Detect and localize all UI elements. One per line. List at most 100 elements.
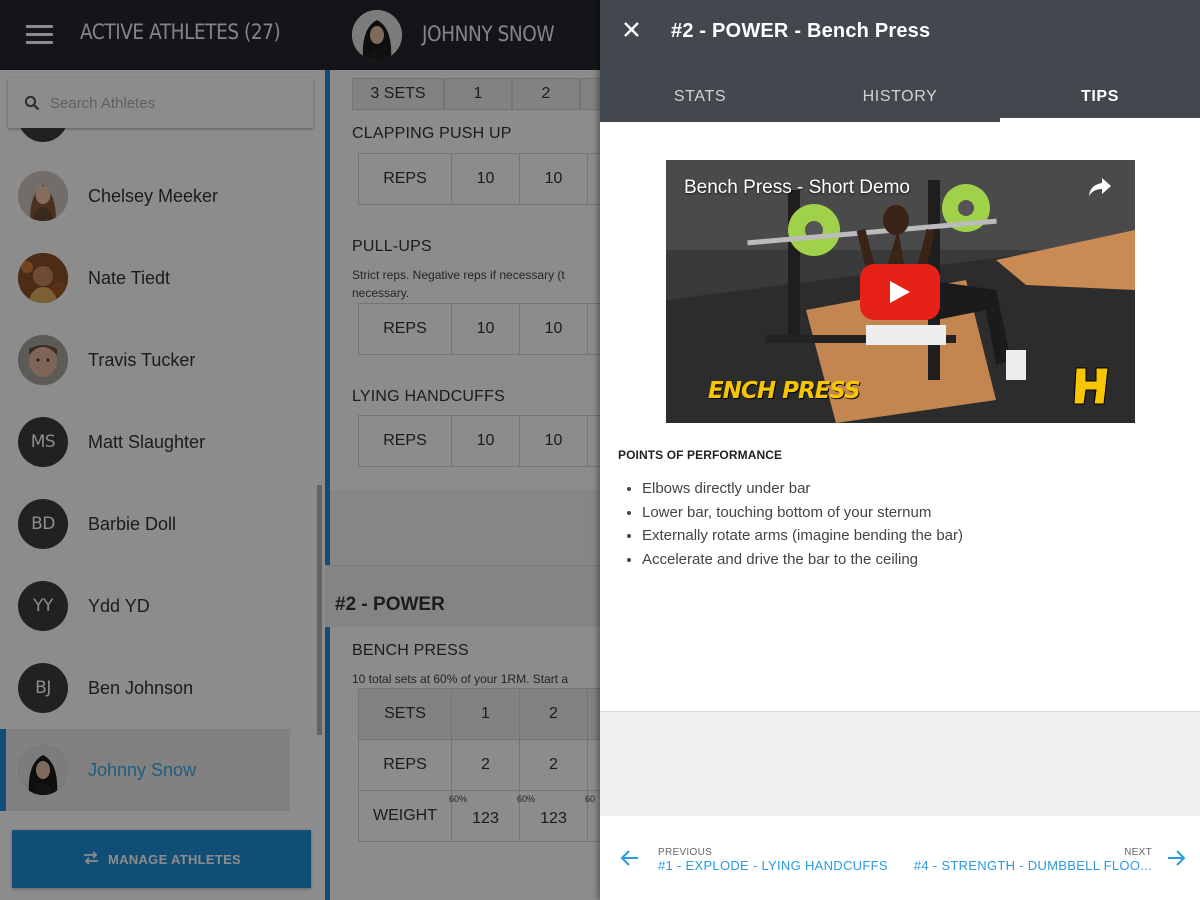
video-caption: ENCH PRESS xyxy=(708,378,861,404)
selected-indicator xyxy=(0,729,6,811)
reps-label-cell: REPS xyxy=(358,153,452,205)
avatar: YY xyxy=(18,581,68,631)
athlete-header: JOHNNY SNOW xyxy=(325,0,600,70)
list-item: Lower bar, touching bottom of your stern… xyxy=(642,501,963,525)
athlete-avatar xyxy=(352,10,402,60)
brand-logo-icon xyxy=(1072,366,1112,411)
set-number-cell: 1 xyxy=(451,688,520,740)
manage-athletes-button[interactable]: MANAGE ATHLETES xyxy=(12,830,311,888)
detail-header: #2 - POWER - Bench Press STATS HISTORY T… xyxy=(600,0,1200,122)
exercise-detail-panel: #2 - POWER - Bench Press STATS HISTORY T… xyxy=(600,0,1200,900)
reps-value-cell[interactable]: 10 xyxy=(519,415,588,467)
sidebar-scrollbar[interactable] xyxy=(317,485,322,735)
swap-icon xyxy=(82,850,100,868)
exercise-title: BENCH PRESS xyxy=(352,642,469,659)
demo-video[interactable]: Bench Press - Short Demo ENCH PRESS xyxy=(666,160,1135,423)
next-exercise-name: #4 - STRENGTH - DUMBBELL FLOO... xyxy=(913,858,1152,873)
athlete-sidebar: ACTIVE ATHLETES (27) Chelsey Meeker Nate… xyxy=(0,0,325,900)
exercise-title: CLAPPING PUSH UP xyxy=(352,125,512,142)
list-item: Elbows directly under bar xyxy=(642,477,963,501)
share-icon[interactable] xyxy=(1087,176,1113,203)
arrow-right-icon xyxy=(1166,849,1186,872)
block-rail xyxy=(325,490,330,565)
list-item: Externally rotate arms (imagine bending … xyxy=(642,524,963,548)
exercise-title: PULL-UPS xyxy=(352,238,432,255)
athlete-list: Chelsey Meeker Nate Tiedt Travis Tucker … xyxy=(0,128,325,818)
reps-value-cell[interactable] xyxy=(587,739,600,791)
block-spacer xyxy=(330,490,600,565)
athlete-item-travis-tucker[interactable]: Travis Tucker xyxy=(0,319,290,401)
previous-exercise-name: #1 - EXPLODE - LYING HANDCUFFS xyxy=(658,858,888,873)
reps-value-cell[interactable] xyxy=(587,153,600,205)
avatar xyxy=(18,335,68,385)
previous-exercise-link[interactable]: PREVIOUS #1 - EXPLODE - LYING HANDCUFFS xyxy=(620,840,888,880)
avatar: BJ xyxy=(18,663,68,713)
footer-spacer xyxy=(600,711,1200,816)
reps-value-cell[interactable] xyxy=(587,415,600,467)
athlete-item-nate-tiedt[interactable]: Nate Tiedt xyxy=(0,237,290,319)
previous-label: PREVIOUS xyxy=(658,847,713,858)
reps-value-cell[interactable]: 10 xyxy=(451,303,520,355)
reps-value-cell[interactable] xyxy=(587,303,600,355)
athlete-name: Nate Tiedt xyxy=(88,267,171,288)
reps-label-cell: REPS xyxy=(358,415,452,467)
athlete-name: Ydd YD xyxy=(88,595,150,616)
athlete-item-johnny-snow[interactable]: Johnny Snow xyxy=(0,729,290,811)
search-box[interactable] xyxy=(8,78,313,128)
reps-value-cell[interactable]: 10 xyxy=(451,153,520,205)
search-input[interactable] xyxy=(50,94,300,112)
set-number-cell: 2 xyxy=(519,688,588,740)
reps-value-cell[interactable]: 2 xyxy=(451,739,520,791)
weight-label-cell: WEIGHT xyxy=(358,790,452,842)
list-item: Accelerate and drive the bar to the ceil… xyxy=(642,548,963,572)
exercise-description: Strict reps. Negative reps if necessary … xyxy=(352,268,565,282)
athlete-item-matt-slaughter[interactable]: MS Matt Slaughter xyxy=(0,401,290,483)
athlete-name: Matt Slaughter xyxy=(88,431,206,452)
set-number-cell: 2 xyxy=(512,78,580,110)
video-title: Bench Press - Short Demo xyxy=(684,177,910,198)
percent-label: 60% xyxy=(449,794,468,804)
search-icon xyxy=(24,95,40,111)
athlete-name: Travis Tucker xyxy=(88,349,196,370)
athlete-item-ben-johnson[interactable]: BJ Ben Johnson xyxy=(0,647,290,729)
set-number-cell: 1 xyxy=(444,78,512,110)
set-number-cell xyxy=(580,78,600,110)
athlete-name-heading: JOHNNY SNOW xyxy=(422,22,555,46)
workout-panel: JOHNNY SNOW 3 SETS 1 2 CLAPPING PUSH UP … xyxy=(325,0,600,900)
athlete-name: Barbie Doll xyxy=(88,513,177,534)
next-exercise-link[interactable]: NEXT #4 - STRENGTH - DUMBBELL FLOO... xyxy=(914,840,1186,880)
athlete-name: Chelsey Meeker xyxy=(88,185,219,206)
percent-label: 60 xyxy=(585,794,596,804)
tab-stats[interactable]: STATS xyxy=(600,76,800,122)
sets-label-cell: SETS xyxy=(358,688,452,740)
reps-value-cell[interactable]: 2 xyxy=(519,739,588,791)
play-icon[interactable] xyxy=(860,264,940,320)
next-label: NEXT xyxy=(1124,847,1152,858)
set-number-cell xyxy=(587,688,600,740)
menu-icon[interactable] xyxy=(26,25,53,45)
avatar xyxy=(18,745,68,795)
avatar xyxy=(18,128,68,142)
manage-athletes-label: MANAGE ATHLETES xyxy=(107,851,242,867)
close-icon[interactable] xyxy=(622,20,642,40)
points-heading: POINTS OF PERFORMANCE xyxy=(618,448,783,462)
reps-value-cell[interactable]: 10 xyxy=(519,153,588,205)
reps-value-cell[interactable]: 10 xyxy=(451,415,520,467)
avatar xyxy=(18,171,68,221)
avatar: BD xyxy=(18,499,68,549)
reps-label-cell: REPS xyxy=(358,303,452,355)
athlete-item-chelsey-meeker[interactable]: Chelsey Meeker xyxy=(0,155,290,237)
exercise-description: 10 total sets at 60% of your 1RM. Start … xyxy=(352,672,569,686)
athlete-name: Johnny Snow xyxy=(88,759,197,780)
percent-label: 60% xyxy=(517,794,536,804)
detail-title: #2 - POWER - Bench Press xyxy=(671,20,931,42)
section-title: #2 - POWER xyxy=(335,594,445,615)
tab-tips[interactable]: TIPS xyxy=(1000,76,1200,122)
athlete-item-ydd-yd[interactable]: YY Ydd YD xyxy=(0,565,290,647)
tab-history[interactable]: HISTORY xyxy=(800,76,1000,122)
sidebar-header: ACTIVE ATHLETES (27) xyxy=(0,0,325,70)
reps-value-cell[interactable]: 10 xyxy=(519,303,588,355)
arrow-left-icon xyxy=(620,849,640,872)
athlete-item-barbie-doll[interactable]: BD Barbie Doll xyxy=(0,483,290,565)
active-tab-indicator xyxy=(1000,118,1200,122)
